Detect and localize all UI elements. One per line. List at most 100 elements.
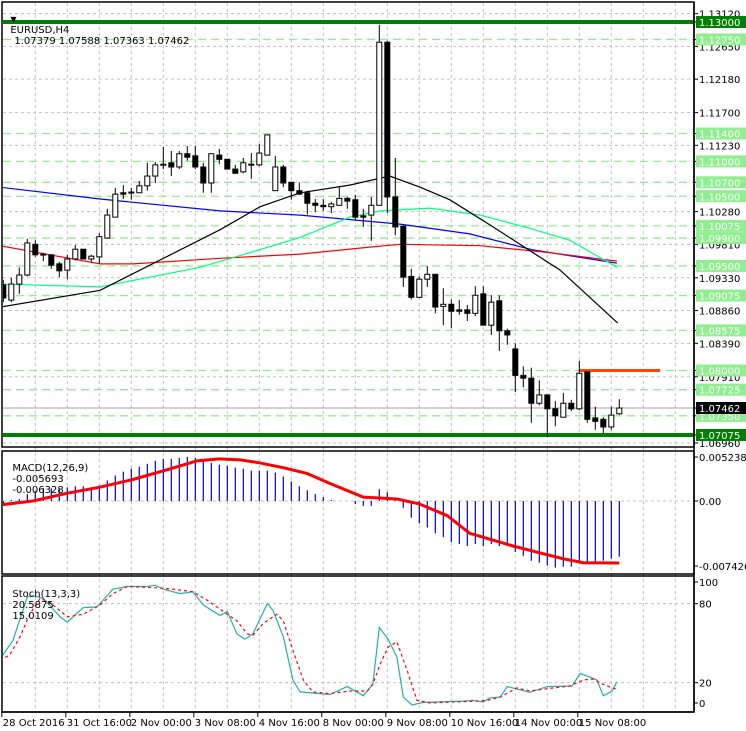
candle xyxy=(584,371,591,423)
bearish-candle-body xyxy=(520,374,527,379)
bullish-candle-body xyxy=(264,134,271,156)
bullish-candle-body xyxy=(336,197,343,206)
macd-signal-value: -0.006328 xyxy=(12,485,64,496)
level-price-label: 1.09500 xyxy=(699,262,740,273)
level-price-label: 1.08575 xyxy=(699,326,740,337)
bullish-candle-body xyxy=(536,394,543,404)
candle xyxy=(352,194,359,220)
bearish-candle-body xyxy=(456,309,463,312)
macd-signal-line xyxy=(3,457,620,565)
bearish-candle-body xyxy=(128,191,135,194)
candle xyxy=(472,286,479,317)
candle xyxy=(456,300,463,315)
candle xyxy=(256,143,263,167)
bullish-candle-body xyxy=(616,407,623,415)
candle xyxy=(8,277,15,303)
candle xyxy=(576,360,583,411)
macd-title: MACD(12,26,9) xyxy=(12,463,89,474)
time-tick-label: 8 Nov 00:00 xyxy=(323,718,384,729)
bearish-candle-body xyxy=(392,196,399,228)
bearish-candle-body xyxy=(464,309,471,314)
bearish-candle-body xyxy=(584,371,591,420)
time-axis: 28 Oct 2016 31 Oct 16:002 Nov 00:00 3 Nov … xyxy=(1,711,694,729)
price-tick-label: 1.10280 xyxy=(699,208,740,219)
bearish-candle-body xyxy=(512,348,519,376)
bullish-candle-body xyxy=(248,163,255,166)
bearish-candle-body xyxy=(352,199,359,218)
candle xyxy=(384,40,391,213)
candle xyxy=(304,190,311,215)
bullish-candle-body xyxy=(240,162,247,173)
bullish-candle-body xyxy=(208,153,215,184)
bearish-candle-body xyxy=(296,190,303,195)
candle xyxy=(24,238,31,277)
stoch-main-line xyxy=(3,584,618,706)
candle xyxy=(128,187,135,200)
bearish-candle-body xyxy=(48,254,55,266)
candle xyxy=(192,146,199,170)
bullish-candle-body xyxy=(176,153,183,168)
bearish-candle-body xyxy=(56,263,63,272)
level-price-label: 1.10500 xyxy=(699,192,740,203)
bearish-candle-body xyxy=(344,197,351,202)
candle xyxy=(184,146,191,161)
candle xyxy=(448,299,455,328)
bullish-candle-body xyxy=(24,242,31,276)
bullish-candle-body xyxy=(144,175,151,187)
bearish-candle-body xyxy=(480,293,487,326)
candle xyxy=(280,164,287,188)
ohlc-label: 1.07379 1.07588 1.07363 1.07462 xyxy=(14,36,190,47)
bullish-candle-body xyxy=(104,214,111,239)
candle xyxy=(208,153,215,193)
bearish-candle-body xyxy=(184,153,191,158)
stoch-signal-value: 15.0109 xyxy=(12,611,54,622)
chart-canvas[interactable]: 1.131201.126501.121801.117001.112301.102… xyxy=(0,0,746,731)
macd-header: MACD(12,26,9) -0.005693 -0.006328 xyxy=(6,452,88,496)
candle xyxy=(248,153,255,179)
bearish-candle-body xyxy=(568,402,575,410)
bearish-candle-body xyxy=(200,166,207,184)
level-price-label: 1.12750 xyxy=(699,35,740,46)
price-axis: 1.131201.126501.121801.117001.112301.102… xyxy=(693,2,746,712)
bullish-candle-body xyxy=(472,294,479,314)
level-price-label: 1.07725 xyxy=(699,386,740,397)
bearish-candle-body xyxy=(168,162,175,168)
level-price-label: 1.11000 xyxy=(699,157,740,168)
stoch-signal-line xyxy=(3,585,617,704)
candle xyxy=(240,157,247,174)
chart-header: ▼ EURUSD,H4 1.07379 1.07588 1.07363 1.07… xyxy=(4,3,189,47)
candle xyxy=(80,248,87,260)
bullish-candle-body xyxy=(488,301,495,326)
candle xyxy=(424,265,431,287)
candle xyxy=(568,399,575,411)
candle xyxy=(560,392,567,418)
stoch-main-value: 20.5875 xyxy=(12,600,54,611)
price-tick-label: 1.09330 xyxy=(699,274,740,285)
candle xyxy=(376,24,383,206)
candle xyxy=(408,268,415,300)
candle xyxy=(520,366,527,388)
candle xyxy=(288,181,295,200)
bearish-candle-body xyxy=(232,168,239,174)
level-price-label: 1.09900 xyxy=(699,234,740,245)
bullish-candle-body xyxy=(72,248,79,260)
candle xyxy=(344,196,351,209)
indicator-window-frame xyxy=(1,450,695,575)
bullish-candle-body xyxy=(560,402,567,418)
candle xyxy=(512,343,519,393)
collapse-triangle-icon[interactable]: ▼ xyxy=(10,15,16,24)
level-price-label: 1.11400 xyxy=(699,130,740,141)
time-tick-label: 31 Oct 16:00 xyxy=(67,718,132,729)
bearish-candle-body xyxy=(192,155,199,168)
bearish-candle-body xyxy=(160,163,167,166)
bearish-candle-body xyxy=(360,215,367,218)
key-level-price-label: 1.13000 xyxy=(699,18,740,29)
candle xyxy=(232,164,239,174)
bearish-candle-body xyxy=(432,273,439,308)
candle xyxy=(392,157,399,236)
candle xyxy=(48,254,55,269)
candle xyxy=(152,162,159,184)
bullish-candle-body xyxy=(112,193,119,218)
time-tick-label: 4 Nov 16:00 xyxy=(259,718,320,729)
candle xyxy=(312,199,319,213)
